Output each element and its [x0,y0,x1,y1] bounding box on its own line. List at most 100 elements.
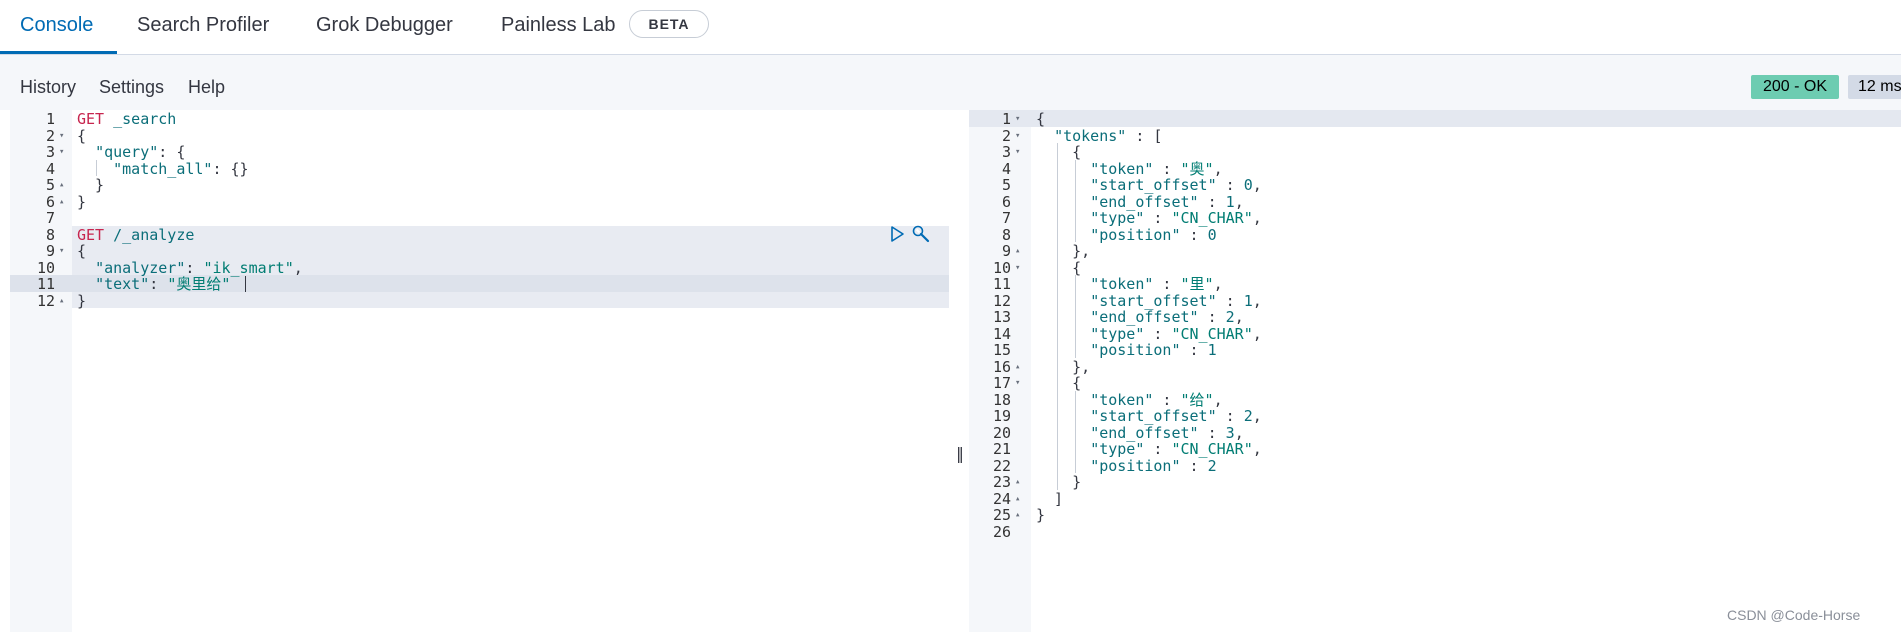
line-number: 18 [992,390,1011,409]
line-number: 4 [45,159,55,178]
wrench-icon[interactable] [910,224,932,246]
line-number: 2 [1001,126,1011,145]
code-line: "token" : "里", [1090,275,1223,293]
tab-grok-debugger[interactable]: Grok Debugger [316,0,453,54]
watermark: CSDN @Code-Horse [1727,607,1861,623]
indent-guide [1057,143,1058,490]
line-number: 9 [45,242,55,260]
line-number: 22 [992,456,1011,475]
fold-close-icon[interactable]: ▴ [1015,474,1020,491]
code-line: }, [1036,242,1091,260]
line-number: 7 [1001,209,1011,227]
indent-guide [1075,390,1076,473]
code-line: "end_offset" : 2, [1090,308,1244,326]
indent-guide [96,159,97,176]
fold-open-icon[interactable]: ▾ [59,128,64,145]
code-line: } [77,291,87,310]
code-line: "tokens" : [ [1054,126,1163,145]
line-number: 6 [45,192,55,211]
fold-close-icon[interactable]: ▴ [1015,359,1020,376]
line-number: 11 [36,275,55,293]
fold-open-icon[interactable]: ▾ [1015,128,1020,145]
console-menu: History Settings Help [0,55,1901,110]
line-number: 12 [36,291,55,310]
line-number: 24 [992,489,1011,508]
code-line: ] [1036,489,1064,508]
request-time-badge: 12 ms [1848,75,1901,99]
code-line: { [1036,143,1082,161]
code-line: "end_offset" : 3, [1090,423,1244,442]
code-line: "text": "奥里给" [95,275,231,293]
line-number: 9 [1001,242,1011,260]
tab-painless-lab[interactable]: Painless Lab [501,0,616,54]
code-line: "start_offset" : 0, [1090,176,1262,194]
code-line: "start_offset" : 1, [1090,291,1262,310]
text-cursor [245,276,246,292]
help-menu-item[interactable]: Help [188,77,225,98]
tab-search-profiler[interactable]: Search Profiler [137,0,269,54]
history-menu-item[interactable]: History [20,77,76,98]
line-number: 14 [992,324,1011,343]
fold-open-icon[interactable]: ▾ [1015,111,1020,128]
indent-guide [1075,159,1076,242]
code-line: } [1036,506,1046,524]
line-number: 7 [45,209,55,227]
code-line: "type" : "CN_CHAR", [1090,324,1262,343]
line-number: 2 [45,126,55,145]
fold-close-icon[interactable]: ▴ [1015,507,1020,524]
line-number: 17 [992,374,1011,392]
code-line: "match_all": {} [113,159,249,178]
response-editor[interactable]: 1 ▾{2 ▾ "tokens" : [3 ▾ {4 "token" : "奥", 5 … [969,110,1901,632]
resize-handle-icon[interactable]: ‖ [956,444,964,463]
code-line: "start_offset" : 2, [1090,407,1262,425]
code-line: "type" : "CN_CHAR", [1090,209,1262,227]
line-number: 5 [45,176,55,194]
code-line: } [77,176,105,194]
line-number: 25 [992,506,1011,524]
first-line-highlight [969,110,1901,127]
fold-close-icon[interactable]: ▴ [59,194,64,211]
line-number: 23 [992,473,1011,491]
fold-open-icon[interactable]: ▾ [1015,144,1020,161]
code-line: "position" : 1 [1090,341,1217,359]
code-line: }, [1036,357,1091,376]
line-number: 5 [1001,176,1011,194]
fold-open-icon[interactable]: ▾ [1015,375,1020,392]
line-number: 26 [992,522,1011,541]
line-number: 19 [992,407,1011,425]
code-line: } [1036,473,1082,491]
fold-close-icon[interactable]: ▴ [1015,491,1020,508]
fold-open-icon[interactable]: ▾ [1015,260,1020,277]
editor-divider[interactable] [949,110,969,632]
line-number: 3 [45,143,55,161]
line-number: 13 [992,308,1011,326]
tab-console[interactable]: Console [20,0,93,54]
code-line: GET /_analyze [77,225,195,244]
line-number: 1 [1001,110,1011,128]
line-number: 8 [1001,225,1011,244]
line-number: 10 [36,258,55,277]
code-line: { [77,242,87,260]
fold-close-icon[interactable]: ▴ [59,293,64,310]
code-line: { [1036,258,1082,277]
fold-open-icon[interactable]: ▾ [59,243,64,260]
settings-menu-item[interactable]: Settings [99,77,164,98]
beta-badge: BETA [629,10,709,38]
fold-open-icon[interactable]: ▾ [59,144,64,161]
play-icon[interactable] [888,225,906,243]
indent-guide [1075,275,1076,358]
top-tabs: Console Search Profiler Grok Debugger Pa… [0,0,1901,55]
line-number: 20 [992,423,1011,442]
code-line: "type" : "CN_CHAR", [1090,440,1262,458]
status-badge: 200 - OK [1751,75,1839,99]
code-line: "position" : 2 [1090,456,1217,475]
fold-close-icon[interactable]: ▴ [59,177,64,194]
line-number: 11 [992,275,1011,293]
line-number: 4 [1001,159,1011,178]
fold-close-icon[interactable]: ▴ [1015,243,1020,260]
code-line: "position" : 0 [1090,225,1217,244]
line-number: 12 [992,291,1011,310]
code-line: "token" : "奥", [1090,159,1223,178]
request-editor[interactable]: 1 GET _search 2 ▾{3 ▾ "query": {4 "match_all… [10,110,950,632]
line-number: 10 [992,258,1011,277]
